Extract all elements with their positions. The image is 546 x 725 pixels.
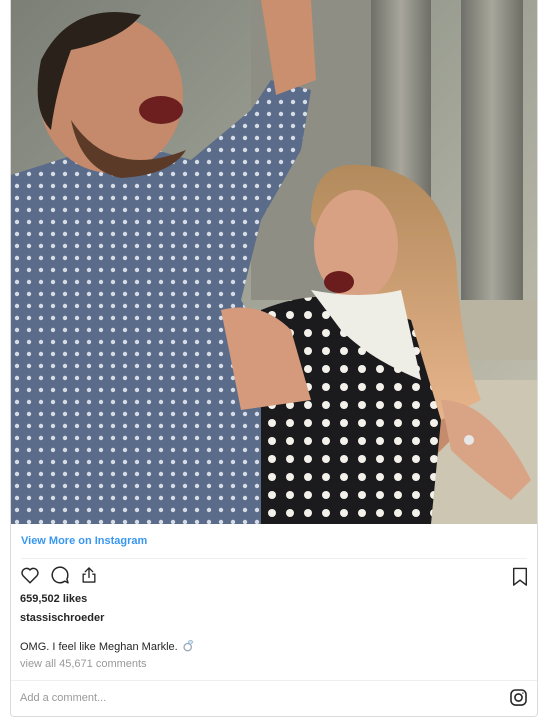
instagram-embed-card: View More on Instagram 659,502 likes sta… bbox=[10, 0, 538, 717]
heart-icon[interactable] bbox=[19, 564, 41, 591]
post-actions bbox=[19, 565, 99, 589]
share-icon[interactable] bbox=[79, 564, 99, 591]
divider bbox=[11, 680, 537, 681]
caption-text: OMG. I feel like Meghan Markle. bbox=[20, 641, 178, 653]
instagram-logo-icon[interactable] bbox=[509, 688, 528, 712]
comment-bubble-icon[interactable] bbox=[49, 564, 71, 591]
post-username[interactable]: stassischroeder bbox=[20, 612, 104, 624]
post-photo[interactable] bbox=[11, 0, 537, 524]
divider bbox=[21, 558, 527, 559]
ring-icon bbox=[182, 639, 195, 655]
post-photo-image bbox=[11, 0, 537, 524]
view-more-on-instagram-link[interactable]: View More on Instagram bbox=[21, 535, 147, 547]
post-caption: OMG. I feel like Meghan Markle. bbox=[20, 639, 195, 655]
add-comment-input[interactable]: Add a comment... bbox=[20, 692, 106, 704]
bookmark-icon[interactable] bbox=[511, 566, 529, 593]
view-all-comments-link[interactable]: view all 45,671 comments bbox=[20, 658, 147, 670]
likes-count[interactable]: 659,502 likes bbox=[20, 593, 87, 605]
